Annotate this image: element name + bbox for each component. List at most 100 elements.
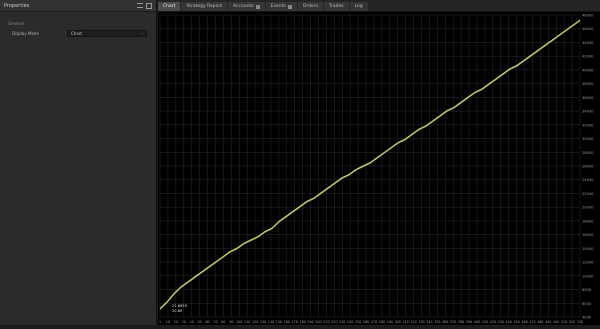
x-tick-label: 440 bbox=[506, 320, 512, 324]
value-label: 20.89 bbox=[172, 309, 183, 313]
y-tick-label: 48000 bbox=[582, 14, 594, 18]
x-tick-label: 350 bbox=[434, 320, 440, 324]
tab-orders[interactable]: Orders bbox=[297, 2, 323, 11]
tab-label: Events bbox=[270, 4, 286, 9]
x-tick-label: 360 bbox=[442, 320, 448, 324]
y-tick-label: 24000 bbox=[582, 178, 594, 182]
x-tick-label: 450 bbox=[513, 320, 519, 324]
x-tick-label: 260 bbox=[363, 320, 369, 324]
tab-strategy-report[interactable]: Strategy Report bbox=[181, 2, 228, 11]
x-tick-label: 20 bbox=[174, 320, 178, 324]
x-tick-label: 280 bbox=[379, 320, 385, 324]
x-tick-label: 130 bbox=[260, 320, 266, 324]
x-tick-label: 70 bbox=[213, 320, 217, 324]
x-tick-label: 120 bbox=[252, 320, 258, 324]
x-tick-label: 270 bbox=[371, 320, 377, 324]
x-tick-label: 250 bbox=[355, 320, 361, 324]
y-tick-label: 8000 bbox=[582, 288, 592, 292]
series-line-secondary bbox=[159, 20, 581, 310]
x-tick-label: 390 bbox=[466, 320, 472, 324]
y-tick-label: 34000 bbox=[582, 110, 594, 114]
y-tick-label: 44000 bbox=[582, 41, 594, 45]
tab-label: Accounts bbox=[233, 4, 254, 9]
y-tick-label: 26000 bbox=[582, 165, 594, 169]
y-tick-label: 12000 bbox=[582, 261, 594, 265]
tab-label: Orders bbox=[302, 4, 318, 9]
x-tick-label: 90 bbox=[229, 320, 233, 324]
x-tick-label: 340 bbox=[426, 320, 432, 324]
x-tick-label: 30 bbox=[182, 320, 186, 324]
x-tick-label: 210 bbox=[323, 320, 329, 324]
x-tick-label: 110 bbox=[244, 320, 250, 324]
x-tick-label: 80 bbox=[221, 320, 225, 324]
x-tick-label: 180 bbox=[299, 320, 305, 324]
value-label: 21.6959 bbox=[172, 304, 188, 308]
x-tick-label: 40 bbox=[190, 320, 194, 324]
y-tick-label: 42000 bbox=[582, 55, 594, 59]
x-tick-label: 230 bbox=[339, 320, 345, 324]
x-tick-label: 410 bbox=[482, 320, 488, 324]
tab-accounts[interactable]: Accounts bbox=[228, 2, 265, 11]
x-tick-label: 240 bbox=[347, 320, 353, 324]
y-tick-label: 32000 bbox=[582, 123, 594, 127]
y-tick-label: 36000 bbox=[582, 96, 594, 100]
x-tick-label: 380 bbox=[458, 320, 464, 324]
property-row: Display Mode Chart › bbox=[12, 30, 156, 37]
menu-icon[interactable] bbox=[137, 3, 143, 8]
x-tick-label: 420 bbox=[490, 320, 496, 324]
y-tick-label: 18000 bbox=[582, 219, 594, 223]
tab-label: Strategy Report bbox=[186, 4, 223, 9]
y-tick-label: 6000 bbox=[582, 302, 592, 306]
y-tick-label: 30000 bbox=[582, 137, 594, 141]
tab-label: Trades bbox=[328, 4, 344, 9]
y-tick-label: 16000 bbox=[582, 233, 594, 237]
equity-chart[interactable]: 4000 6000 8000 10000 12000 14000 16000 18000 200… bbox=[158, 12, 600, 325]
x-tick-label: 300 bbox=[395, 320, 401, 324]
tab-trades[interactable]: Trades bbox=[323, 2, 349, 11]
x-tick-label: 490 bbox=[545, 320, 551, 324]
y-tick-label: 22000 bbox=[582, 192, 594, 196]
x-tick-label: 60 bbox=[205, 320, 209, 324]
x-tick-label: 1 bbox=[159, 320, 161, 324]
x-tick-label: 480 bbox=[537, 320, 543, 324]
x-tick-label: 400 bbox=[474, 320, 480, 324]
x-tick-label: 330 bbox=[418, 320, 424, 324]
x-tick-label: 10 bbox=[166, 320, 170, 324]
properties-panel: Properties General Display Mode Chart › bbox=[0, 0, 157, 325]
x-tick-label: 160 bbox=[284, 320, 290, 324]
x-tick-label: 50 bbox=[198, 320, 202, 324]
x-tick-label: 190 bbox=[307, 320, 313, 324]
y-tick-label: 14000 bbox=[582, 247, 594, 251]
panel-header: Properties bbox=[0, 0, 156, 12]
x-tick-label: 370 bbox=[450, 320, 456, 324]
maximize-icon[interactable] bbox=[146, 2, 152, 9]
badge-icon bbox=[287, 4, 292, 9]
y-tick-label: 46000 bbox=[582, 27, 594, 31]
tab-events[interactable]: Events bbox=[265, 2, 297, 11]
property-dropdown[interactable]: Chart › bbox=[67, 30, 147, 37]
y-tick-label: 38000 bbox=[582, 82, 594, 86]
x-tick-label: 430 bbox=[498, 320, 504, 324]
tab-bar: Chart Strategy Report Accounts Events Or… bbox=[158, 0, 600, 12]
tab-log[interactable]: Log bbox=[349, 2, 368, 11]
x-tick-label: 220 bbox=[331, 320, 337, 324]
section-label: General bbox=[8, 21, 24, 26]
y-tick-label: 10000 bbox=[582, 274, 594, 278]
x-tick-label: 460 bbox=[521, 320, 527, 324]
x-tick-label: 140 bbox=[268, 320, 274, 324]
x-tick-label: 500 bbox=[553, 320, 559, 324]
x-tick-label: 530 bbox=[577, 320, 583, 324]
x-tick-label: 170 bbox=[292, 320, 298, 324]
property-value: Chart bbox=[71, 31, 82, 36]
tab-chart[interactable]: Chart bbox=[158, 2, 181, 11]
panel-title: Properties bbox=[4, 2, 30, 9]
chart-area[interactable]: 4000 6000 8000 10000 12000 14000 16000 18000 200… bbox=[158, 12, 600, 325]
badge-icon bbox=[255, 4, 260, 9]
property-label: Display Mode bbox=[12, 31, 39, 36]
x-tick-label: 320 bbox=[410, 320, 416, 324]
y-tick-label: 20000 bbox=[582, 206, 594, 210]
y-tick-label: 40000 bbox=[582, 68, 594, 72]
x-tick-label: 100 bbox=[236, 320, 242, 324]
series-line-primary bbox=[159, 19, 581, 309]
x-tick-label: 200 bbox=[315, 320, 321, 324]
